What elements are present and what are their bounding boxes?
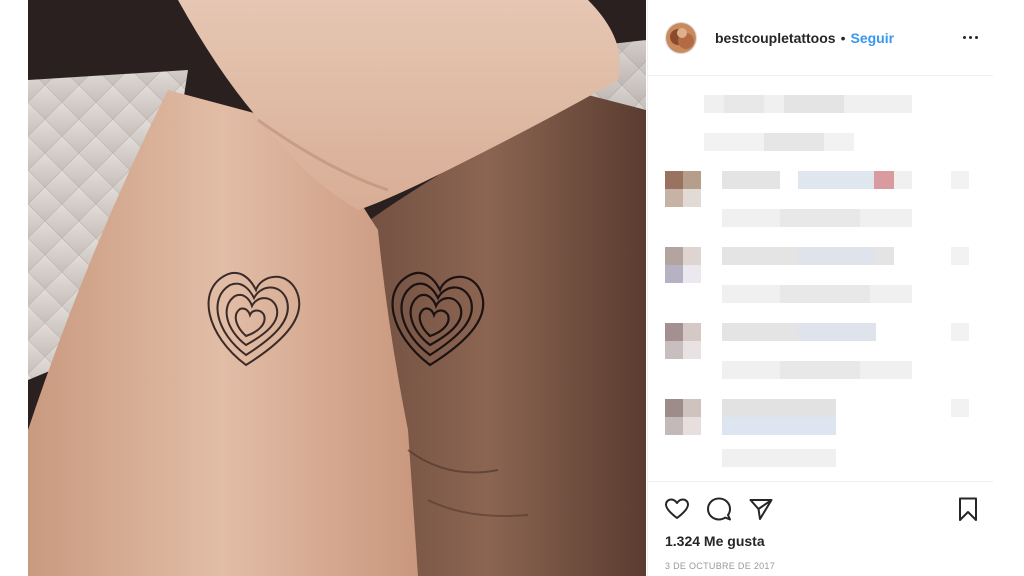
more-options-icon[interactable]	[960, 27, 980, 47]
post-side-panel: bestcoupletattoos • Seguir 1.324 Me gust…	[647, 0, 994, 576]
left-margin	[0, 0, 28, 576]
send-icon[interactable]	[747, 495, 775, 523]
likes-count[interactable]: 1.324 Me gusta	[665, 533, 765, 549]
follow-button[interactable]: Seguir	[850, 30, 894, 46]
comments-section-blurred	[648, 77, 994, 480]
heart-icon[interactable]	[663, 495, 691, 523]
post-photo[interactable]	[28, 0, 646, 576]
post-actions: 1.324 Me gusta 3 DE OCTUBRE DE 2017	[648, 481, 994, 576]
post-date[interactable]: 3 DE OCTUBRE DE 2017	[665, 561, 775, 571]
post-header: bestcoupletattoos • Seguir	[648, 0, 994, 76]
avatar-image	[666, 22, 696, 53]
bookmark-icon[interactable]	[954, 495, 982, 523]
right-margin	[993, 0, 1024, 576]
tattoo-photo-image	[28, 0, 646, 576]
separator-dot: •	[840, 29, 846, 46]
author-username[interactable]: bestcoupletattoos	[715, 30, 836, 46]
comment-icon[interactable]	[705, 495, 733, 523]
avatar[interactable]	[665, 21, 697, 54]
